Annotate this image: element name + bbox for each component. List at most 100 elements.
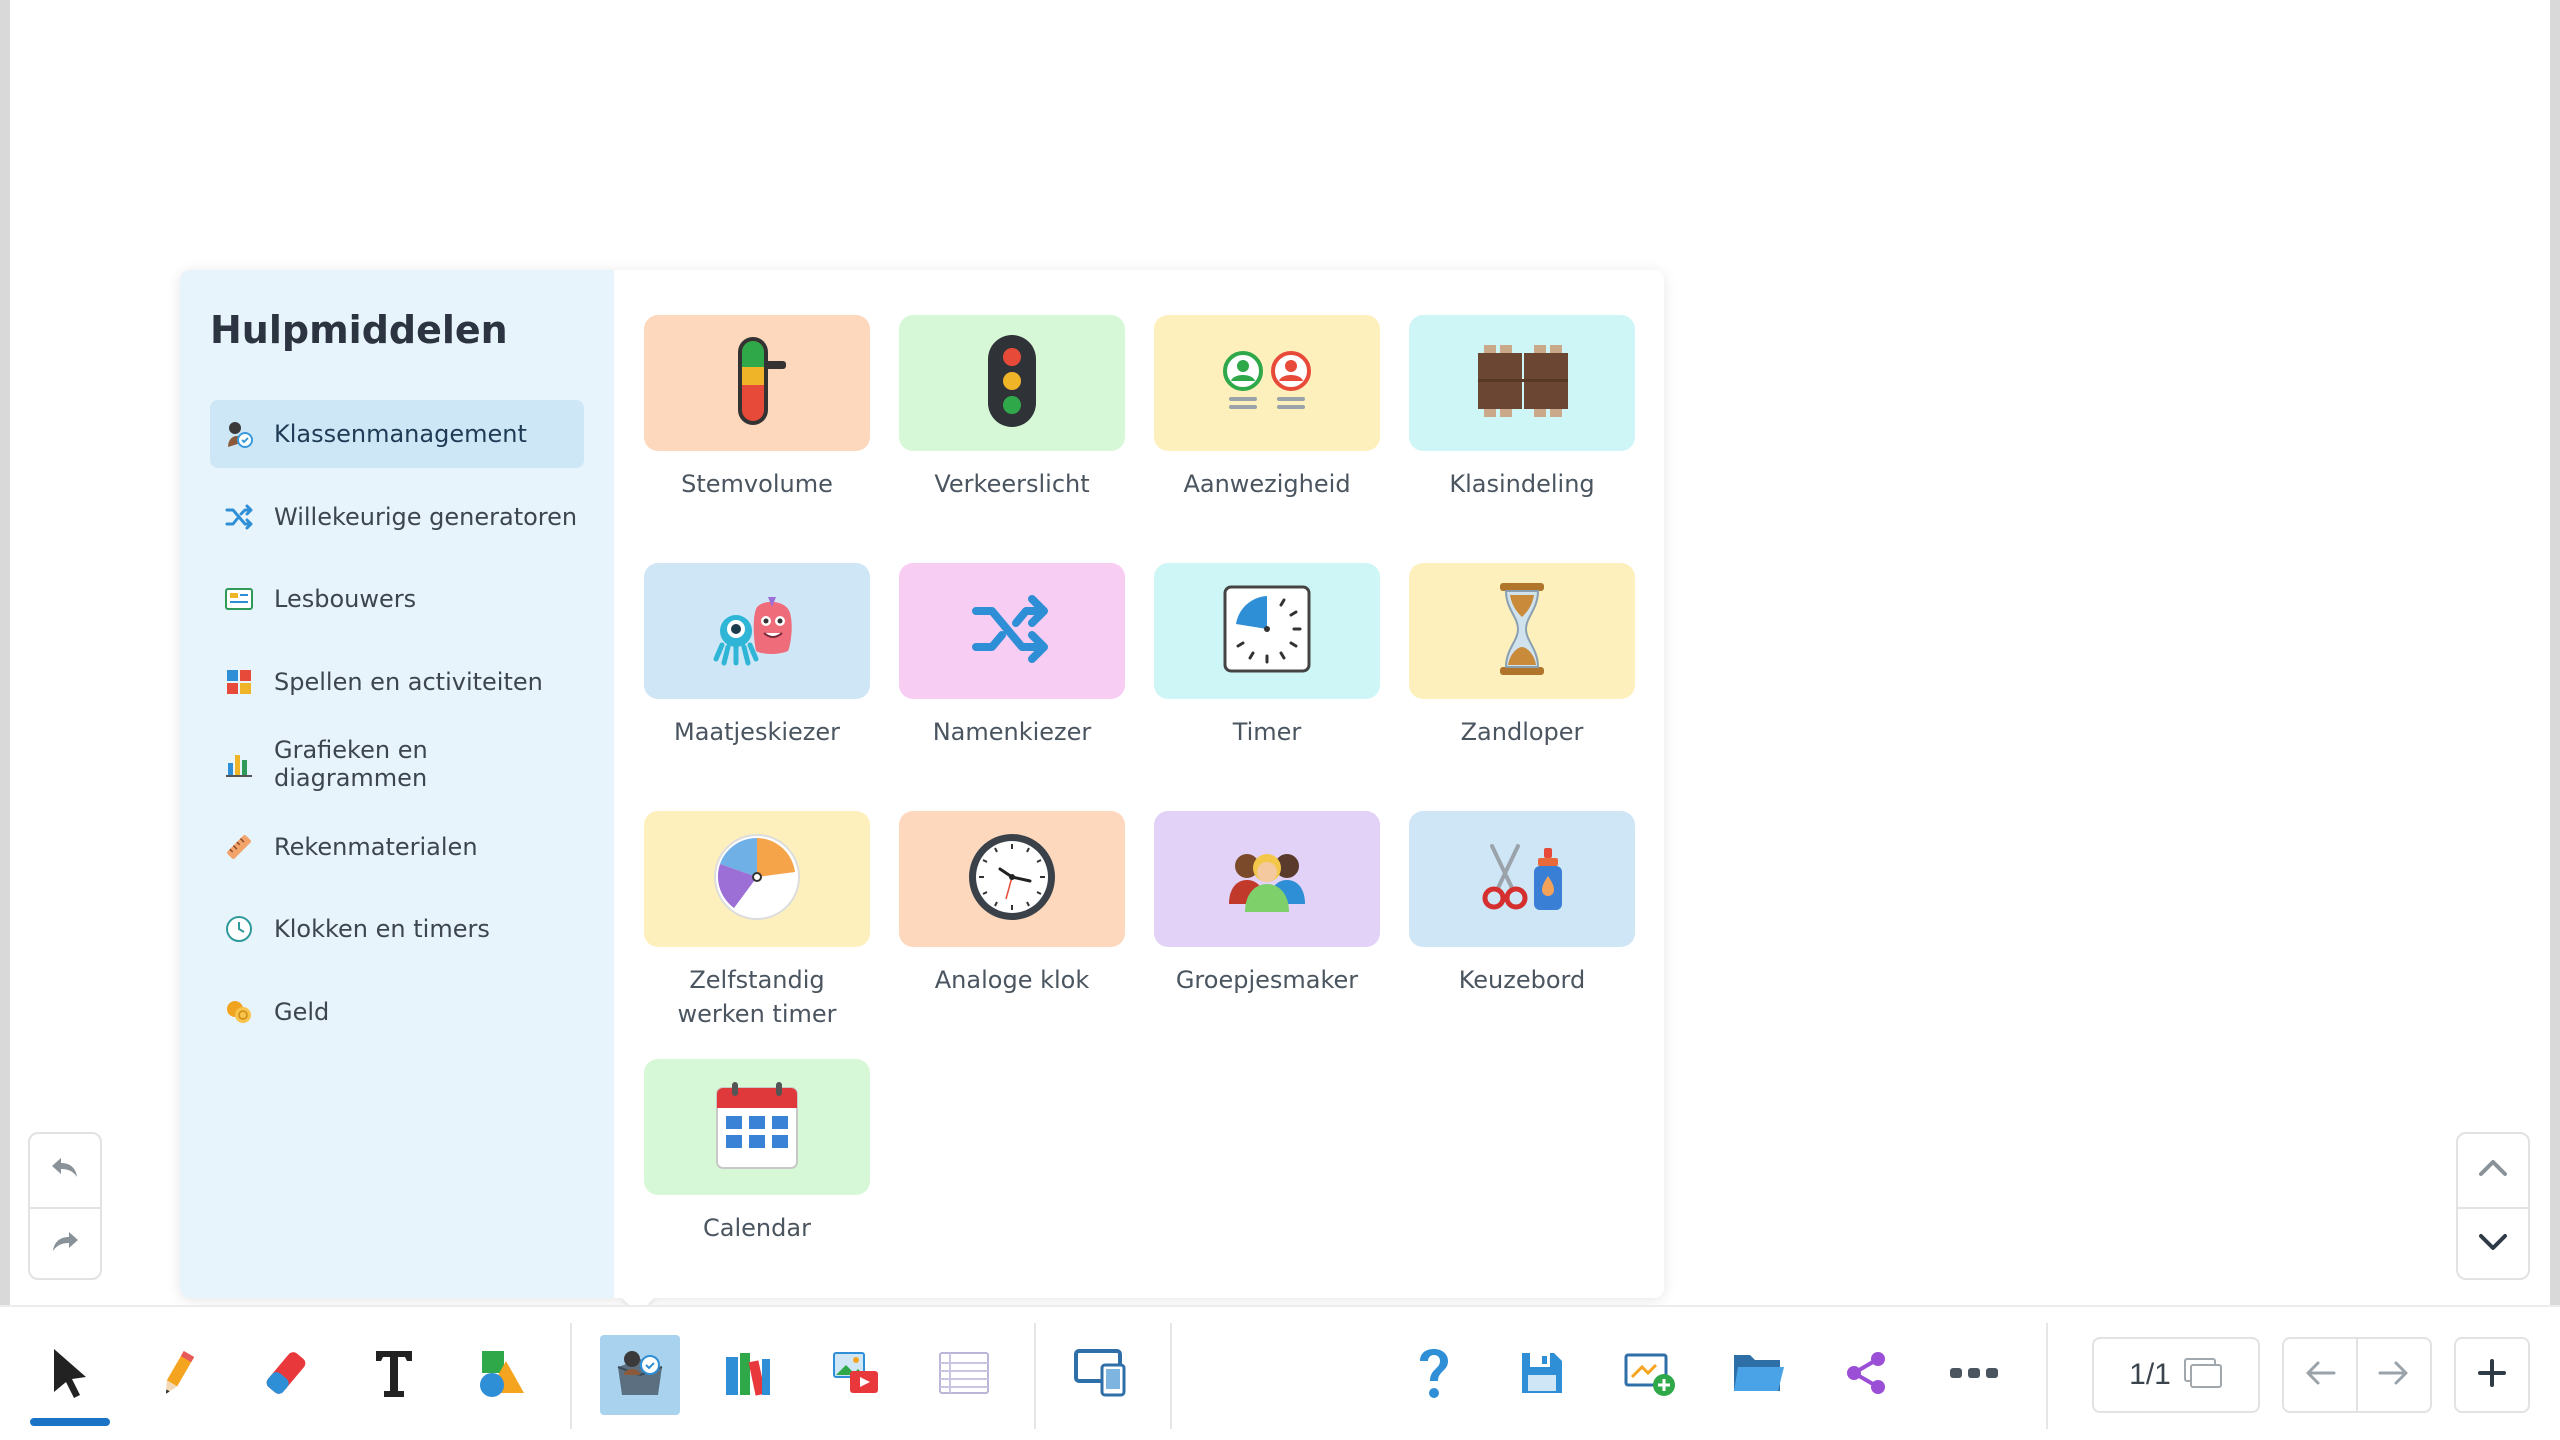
add-page-button[interactable]	[2454, 1337, 2530, 1413]
toolbar-separator	[570, 1323, 572, 1429]
tool-tile	[1154, 315, 1380, 451]
tool-label: Stemvolume	[681, 470, 833, 498]
tool-label: Zelfstandig werken timer	[677, 966, 837, 1028]
pencil-tool-button[interactable]	[138, 1335, 218, 1415]
undo-button[interactable]	[30, 1134, 100, 1207]
tool-klasindeling[interactable]: Klasindeling	[1409, 315, 1635, 501]
attendance-icon	[1219, 349, 1315, 418]
tool-tile	[899, 811, 1125, 947]
tool-label: Zandloper	[1460, 718, 1584, 746]
group-maker-icon	[1225, 842, 1309, 917]
shuffle-icon	[970, 589, 1054, 674]
tool-verkeerslicht[interactable]: Verkeerslicht	[899, 315, 1125, 501]
tool-label: Aanwezigheid	[1183, 470, 1351, 498]
category-klassenmanagement[interactable]: Klassenmanagement	[210, 400, 584, 468]
panel-title: Hulpmiddelen	[210, 308, 508, 352]
category-grafieken[interactable]: Grafieken en diagrammen	[210, 730, 584, 798]
help-icon	[1414, 1347, 1454, 1404]
toolbar-separator	[1034, 1323, 1036, 1429]
timer-icon	[1222, 584, 1312, 679]
category-label: Grafieken en diagrammen	[274, 736, 428, 792]
tool-label: Klasindeling	[1449, 470, 1595, 498]
arrow-left-icon	[2304, 1360, 2336, 1391]
category-rekenmaterialen[interactable]: Rekenmaterialen	[210, 813, 584, 881]
category-label: Geld	[274, 997, 330, 1026]
folder-icon	[1730, 1349, 1786, 1402]
open-folder-button[interactable]	[1718, 1335, 1798, 1415]
tool-zelfstandig-werken-timer[interactable]: Zelfstandig werken timer	[644, 811, 870, 1031]
analog-clock-icon	[966, 831, 1058, 928]
more-button[interactable]	[1934, 1335, 2014, 1415]
more-icon	[1948, 1365, 2000, 1386]
pages-icon	[2183, 1357, 2223, 1394]
library-button[interactable]	[708, 1335, 788, 1415]
next-page-button[interactable]	[2356, 1339, 2430, 1411]
tool-analoge-klok[interactable]: Analoge klok	[899, 811, 1125, 997]
scissors-glue-icon	[1474, 842, 1570, 917]
new-board-button[interactable]	[1610, 1335, 1690, 1415]
hourglass-icon	[1494, 581, 1550, 682]
category-label: Rekenmaterialen	[274, 832, 478, 861]
arrow-right-icon	[2378, 1360, 2410, 1391]
page-indicator[interactable]: 1/1	[2092, 1337, 2260, 1413]
category-label: Willekeurige generatoren	[274, 502, 578, 531]
help-button[interactable]	[1394, 1335, 1474, 1415]
media-button[interactable]	[816, 1335, 896, 1415]
text-icon	[372, 1347, 416, 1404]
tool-stemvolume[interactable]: Stemvolume	[644, 315, 870, 501]
category-lesbouwers[interactable]: Lesbouwers	[210, 565, 584, 633]
page-scroll-group	[2456, 1132, 2530, 1280]
puzzle-icon	[224, 667, 254, 697]
eraser-tool-button[interactable]	[246, 1335, 326, 1415]
coins-icon	[224, 997, 254, 1027]
category-willekeurige-generatoren[interactable]: Willekeurige generatoren	[210, 483, 584, 551]
category-klokken[interactable]: Klokken en timers	[210, 895, 584, 963]
shapes-tool-button[interactable]	[462, 1335, 542, 1415]
screen-share-button[interactable]	[1062, 1335, 1142, 1415]
redo-button[interactable]	[30, 1207, 100, 1280]
share-button[interactable]	[1826, 1335, 1906, 1415]
scroll-down-button[interactable]	[2458, 1207, 2528, 1280]
seating-plan-icon	[1474, 343, 1570, 424]
text-tool-button[interactable]	[354, 1335, 434, 1415]
tool-namenkiezer[interactable]: Namenkiezer	[899, 563, 1125, 749]
save-button[interactable]	[1502, 1335, 1582, 1415]
category-geld[interactable]: Geld	[210, 978, 584, 1046]
tool-keuzebord[interactable]: Keuzebord	[1409, 811, 1635, 997]
tool-groepjesmaker[interactable]: Groepjesmaker	[1154, 811, 1380, 997]
category-list: Klassenmanagement Willekeurige generator…	[210, 400, 584, 1060]
category-spellen[interactable]: Spellen en activiteiten	[210, 648, 584, 716]
notes-button[interactable]	[924, 1335, 1004, 1415]
tool-tile	[644, 1059, 870, 1195]
tool-label: Calendar	[703, 1214, 811, 1242]
pie-timer-icon	[712, 832, 802, 927]
lesson-builder-icon	[224, 584, 254, 614]
class-management-icon	[224, 419, 254, 449]
tool-label: Timer	[1232, 718, 1302, 746]
category-label: Spellen en activiteiten	[274, 667, 543, 696]
chevron-up-icon	[2478, 1158, 2508, 1183]
calendar-icon	[714, 1080, 800, 1175]
tool-label: Namenkiezer	[932, 718, 1092, 746]
toolbar-separator	[2046, 1323, 2048, 1429]
traffic-light-icon	[984, 333, 1040, 434]
canvas-left-edge	[0, 0, 10, 1305]
category-label: Lesbouwers	[274, 585, 417, 613]
library-icon	[722, 1347, 774, 1404]
tool-maatjeskiezer[interactable]: Maatjeskiezer	[644, 563, 870, 749]
select-tool-button[interactable]	[30, 1335, 110, 1415]
media-icon	[830, 1347, 882, 1404]
tool-label: Maatjeskiezer	[673, 718, 841, 746]
tool-calendar[interactable]: Calendar	[644, 1059, 870, 1245]
tool-aanwezigheid[interactable]: Aanwezigheid	[1154, 315, 1380, 501]
toolbox-button[interactable]	[600, 1335, 680, 1415]
category-sidebar: Hulpmiddelen Klassenmanagement Willekeur…	[180, 270, 614, 1298]
previous-page-button[interactable]	[2284, 1339, 2356, 1411]
scroll-up-button[interactable]	[2458, 1134, 2528, 1207]
tool-label: Keuzebord	[1458, 966, 1586, 994]
tool-zandloper[interactable]: Zandloper	[1409, 563, 1635, 749]
monster-icon	[712, 589, 802, 674]
tool-label: Groepjesmaker	[1175, 966, 1359, 994]
tool-tile	[1154, 563, 1380, 699]
tool-timer[interactable]: Timer	[1154, 563, 1380, 749]
